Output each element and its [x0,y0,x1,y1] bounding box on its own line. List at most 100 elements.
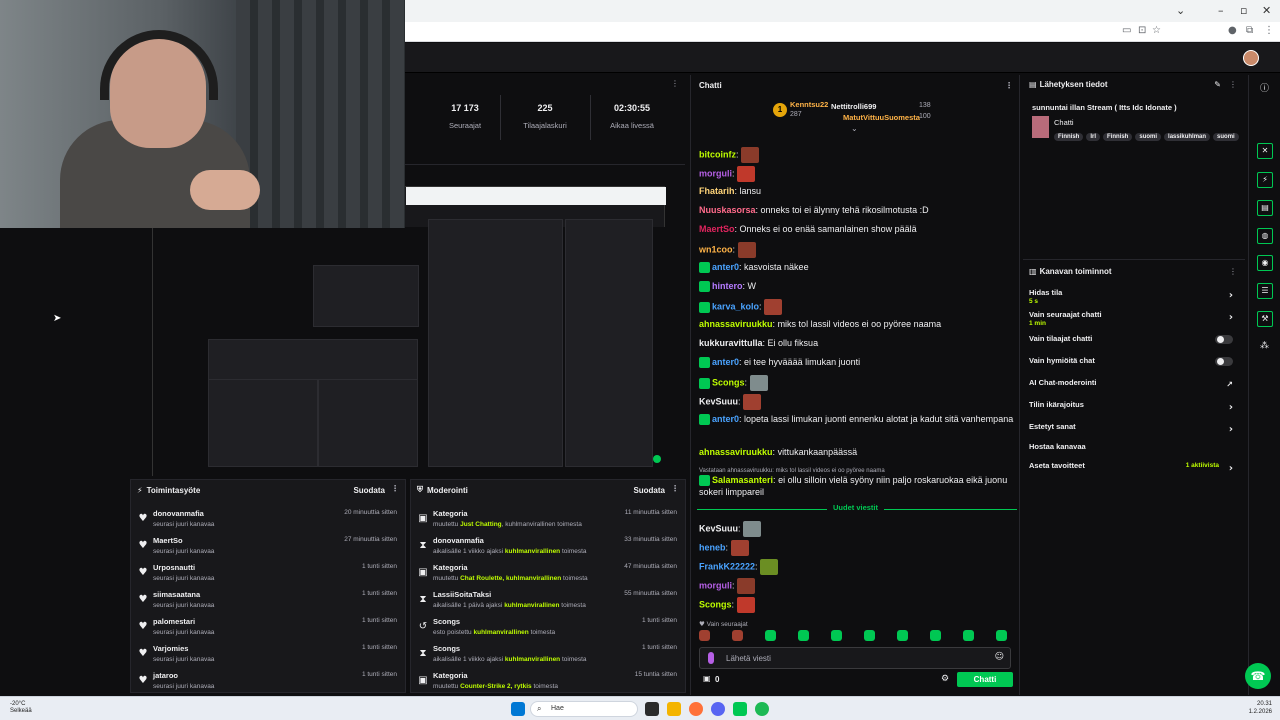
more-options-icon[interactable]: ⋮ [1229,80,1237,89]
profile-icon[interactable]: ● [1228,25,1237,36]
document-icon[interactable]: ▤ [1257,200,1273,216]
category-name[interactable]: Chatti [1054,118,1074,127]
gear-icon[interactable]: ⚙ [941,674,949,684]
chat-input[interactable]: Lähetä viesti ☺ [699,647,1011,669]
filter-button[interactable]: Suodata [633,486,665,495]
activity-user[interactable]: jataroo [153,671,178,680]
chevron-down-icon[interactable]: ⌄ [1176,4,1185,17]
list-item[interactable]: ♥ palomestari seurasi juuri kanavaa 1 tunti… [131,614,405,641]
more-options-icon[interactable]: ⋮ [391,484,399,493]
info-icon[interactable]: ⓘ [1260,81,1269,94]
toggle-switch[interactable] [1215,335,1233,344]
expand-icon[interactable]: ⌄ [851,124,858,133]
taskbar-clock[interactable]: 20.31 1.2.2026 [1249,700,1272,716]
points-icon[interactable]: ▣ [703,674,711,683]
activity-user[interactable]: siimasaatana [153,590,200,599]
emote-icon[interactable] [765,630,776,641]
gifter-name[interactable]: MatutVittuuSuomesta [843,113,920,122]
emote-bar[interactable] [699,630,1015,644]
tag[interactable]: Finnish [1054,133,1084,141]
emote-icon[interactable] [897,630,908,641]
list-item[interactable]: ⧗ donovanmafia aikalisälle 1 viikko ajaksi… [411,533,685,560]
channel-action-item[interactable]: Hostaa kanavaa [1029,442,1239,462]
activity-user[interactable]: Urposnautti [153,563,195,572]
chat-username[interactable]: kukkuravittulla [699,338,763,348]
channel-action-item[interactable]: Estetyt sanat › [1029,422,1239,442]
menu-icon[interactable]: ⋮ [1264,25,1274,36]
stream-preview[interactable] [152,186,666,477]
emote-icon[interactable] [996,630,1007,641]
avatar[interactable] [1243,50,1259,66]
toggle-switch[interactable] [1215,357,1233,366]
list-item[interactable]: ▣ Kategoria muutettu Chat Roulette, kuhlma… [411,560,685,587]
gifter-name[interactable]: Nettitrolli699 [831,102,876,111]
chat-username[interactable]: KevSuuu [699,523,738,533]
filter-button[interactable]: Suodata [353,486,385,495]
weather-widget[interactable]: -20°C Selkeää [10,701,32,715]
chat-username[interactable]: wn1coo [699,244,733,254]
activity-user[interactable]: palomestari [153,617,195,626]
moderation-target[interactable]: Scongs [433,617,460,626]
emote-icon[interactable] [831,630,842,641]
tag[interactable]: suomi [1135,133,1162,141]
chat-username[interactable]: FrankK22222 [699,561,755,571]
discord-icon[interactable] [711,702,725,716]
taskbar-search[interactable]: ⌕ Hae [530,701,638,717]
chat-username[interactable]: Salamasanteri [712,475,773,485]
firefox-icon[interactable] [689,702,703,716]
channel-action-item[interactable]: Vain tilaajat chatti [1029,334,1239,354]
maximize-icon[interactable]: ▫ [1240,4,1247,17]
extensions-icon[interactable]: ⧉ [1246,25,1253,36]
chat-username[interactable]: Nuuskasorsa [699,205,756,215]
more-options-icon[interactable]: ⋮ [671,484,679,493]
activity-user[interactable]: Varjomies [153,644,188,653]
moderation-target[interactable]: Scongs [433,644,460,653]
list-icon[interactable]: ☰ [1257,283,1273,299]
chat-username[interactable]: ahnassaviruukku [699,447,773,457]
chat-username[interactable]: Fhatarih [699,186,735,196]
list-item[interactable]: ▣ Kategoria muutettu Just Chatting, kuhlma… [411,506,685,533]
list-item[interactable]: ♥ Varjomies seurasi juuri kanavaa 1 tunti s… [131,641,405,668]
chat-username[interactable]: anter0 [712,357,739,367]
tag[interactable]: lassikuhlman [1164,133,1211,141]
emote-icon[interactable] [963,630,974,641]
list-item[interactable]: ⧗ LassiiSoitaTaksi aikalisälle 1 päivä aja… [411,587,685,614]
chat-username[interactable]: anter0 [712,414,739,424]
moderation-target[interactable]: Kategoria [433,671,468,680]
more-options-icon[interactable]: ⋮ [671,79,679,88]
channel-action-item[interactable]: Vain hymiöitä chat [1029,356,1239,376]
send-chat-button[interactable]: Chatti [957,672,1013,687]
activity-user[interactable]: donovanmafia [153,509,204,518]
more-options-icon[interactable]: ⋮ [1229,267,1237,276]
channel-action-item[interactable]: Tilin ikärajoitus › [1029,400,1239,420]
chat-username[interactable]: anter0 [712,262,739,272]
tag[interactable]: suomi [1213,133,1239,141]
chat-username[interactable]: hintero [712,281,743,291]
cast-icon[interactable]: ▭ [1122,25,1131,36]
moderation-target[interactable]: LassiiSoitaTaksi [433,590,491,599]
chat-username[interactable]: bitcoinfz [699,149,736,159]
edit-icon[interactable]: ✎ [1214,80,1221,89]
translate-icon[interactable]: ⊡ [1138,25,1146,36]
list-item[interactable]: ♥ donovanmafia seurasi juuri kanavaa 20 min… [131,506,405,533]
list-item[interactable]: ♥ Urposnautti seurasi juuri kanavaa 1 tunti… [131,560,405,587]
chat-bubble-icon[interactable]: ◍ [1257,228,1273,244]
list-item[interactable]: ♥ siimasaatana seurasi juuri kanavaa 1 tunt… [131,587,405,614]
support-button[interactable]: ☎ [1245,663,1271,689]
chat-username[interactable]: ahnassaviruukku [699,319,773,329]
channel-action-item[interactable]: Hidas tila 5 s › [1029,288,1239,308]
tag[interactable]: Finnish [1103,133,1133,141]
windows-start-icon[interactable] [511,702,525,716]
channel-action-item[interactable]: Vain seuraajat chatti 1 min › [1029,310,1239,330]
close-panel-icon[interactable]: ✕ [1257,143,1273,159]
emote-icon[interactable] [864,630,875,641]
chat-username[interactable]: heneb [699,542,726,552]
moderation-target[interactable]: donovanmafia [433,536,484,545]
emote-icon[interactable] [699,630,710,641]
more-options-icon[interactable]: ⋮ [1005,81,1013,90]
close-icon[interactable]: ✕ [1262,4,1271,17]
activity-user[interactable]: MaertSo [153,536,183,545]
emoji-icon[interactable]: ☺ [995,652,1004,662]
task-view-icon[interactable] [645,702,659,716]
chat-username[interactable]: MaertSo [699,224,735,234]
